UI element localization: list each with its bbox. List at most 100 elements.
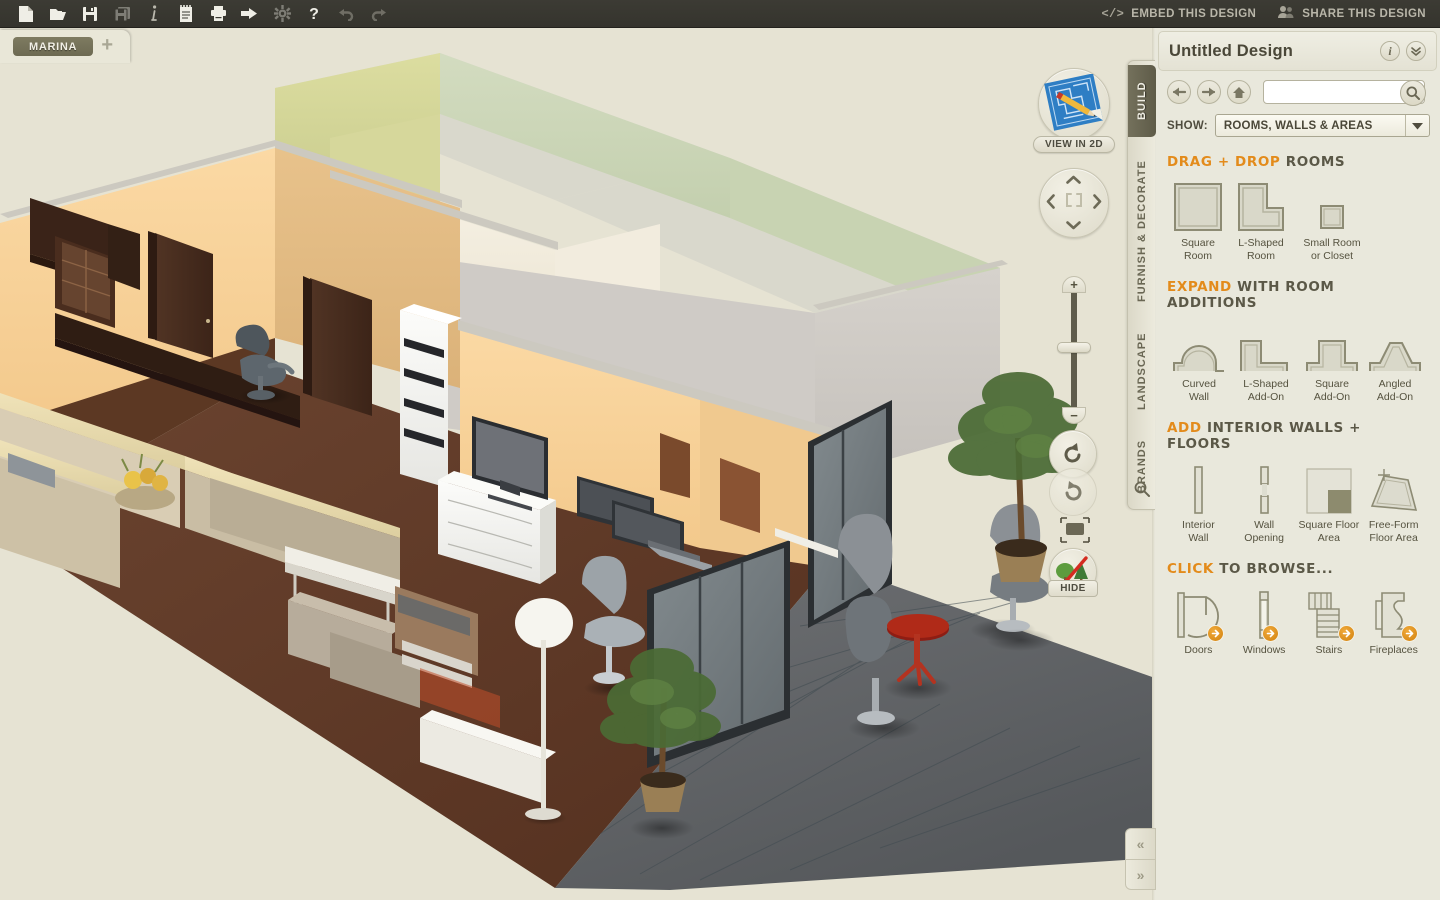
- item-free-form-floor-area[interactable]: Free-Form Floor Area: [1359, 460, 1428, 544]
- section-click-to-browse: CLICK TO BROWSE... Doors Windows Stairs …: [1155, 561, 1440, 657]
- item-l-shaped-add-on[interactable]: L-Shaped Add-On: [1231, 319, 1301, 403]
- l-shaped-room-icon: [1237, 180, 1285, 232]
- show-filter-select[interactable]: ROOMS, WALLS & AREAS: [1214, 114, 1430, 137]
- item-small-room-or-closet[interactable]: Small Room or Closet: [1293, 178, 1371, 262]
- angled-add-on-icon: [1368, 321, 1422, 373]
- pan-down-button[interactable]: [1066, 218, 1082, 233]
- design-info-button[interactable]: i: [1380, 41, 1400, 61]
- room-additions-items: Curved Wall L-Shaped Add-On Square Add-O…: [1167, 319, 1428, 403]
- export-icon[interactable]: [234, 1, 266, 27]
- recenter-view-button[interactable]: [1065, 193, 1082, 212]
- section-title-highlight: EXPAND: [1167, 279, 1232, 295]
- panel-search-icon[interactable]: [1128, 475, 1156, 503]
- item-fireplaces[interactable]: Fireplaces: [1359, 585, 1428, 657]
- item-windows[interactable]: Windows: [1230, 585, 1299, 657]
- window-icon: [1253, 587, 1280, 642]
- save-icon[interactable]: [74, 1, 106, 27]
- mode-tab-strip: BUILD FURNISH & DECORATE LANDSCAPE BRAND…: [1127, 60, 1156, 510]
- settings-gear-icon[interactable]: [266, 1, 298, 27]
- item-label: Small Room or Closet: [1303, 237, 1361, 262]
- print-icon[interactable]: [202, 1, 234, 27]
- section-title-interior-walls-floors: ADD INTERIOR WALLS + FLOORS: [1167, 420, 1428, 452]
- item-label: Interior Wall: [1182, 519, 1215, 544]
- pan-up-button[interactable]: [1066, 173, 1082, 188]
- zoom-out-button[interactable]: −: [1062, 407, 1086, 424]
- zoom-slider-thumb[interactable]: [1057, 342, 1091, 353]
- item-square-room[interactable]: Square Room: [1167, 178, 1229, 262]
- people-icon: [1278, 5, 1295, 22]
- item-interior-wall[interactable]: Interior Wall: [1167, 460, 1230, 544]
- collapse-right-button[interactable]: »: [1125, 859, 1156, 890]
- vertical-tab-landscape[interactable]: LANDSCAPE: [1128, 319, 1156, 423]
- view-in-2d-button[interactable]: [1038, 68, 1110, 140]
- panel-header-actions: i: [1380, 41, 1426, 61]
- item-label: Square Add-On: [1313, 378, 1351, 403]
- panel-header: Untitled Design i: [1158, 31, 1437, 71]
- share-design-label: SHARE THIS DESIGN: [1302, 7, 1426, 20]
- hide-label[interactable]: HIDE: [1048, 580, 1098, 597]
- nav-home-button[interactable]: [1227, 80, 1251, 104]
- share-design-button[interactable]: SHARE THIS DESIGN: [1278, 5, 1426, 22]
- square-add-on-icon: [1305, 321, 1359, 373]
- panel-collapse-button[interactable]: [1406, 41, 1426, 61]
- chevron-down-icon[interactable]: [1405, 115, 1429, 136]
- undo-icon[interactable]: [330, 1, 362, 27]
- item-label: Angled Add-On: [1376, 378, 1414, 403]
- pan-left-button[interactable]: [1046, 194, 1056, 212]
- item-square-floor-area[interactable]: Square Floor Area: [1298, 460, 1359, 544]
- save-as-icon[interactable]: [106, 1, 138, 27]
- item-label: L-Shaped Add-On: [1243, 378, 1289, 403]
- item-curved-wall[interactable]: Curved Wall: [1167, 319, 1231, 403]
- item-label: L-Shaped Room: [1238, 237, 1284, 262]
- new-document-icon[interactable]: [10, 1, 42, 27]
- zoom-in-button[interactable]: +: [1062, 276, 1086, 293]
- open-folder-icon[interactable]: [42, 1, 74, 27]
- screenshot-icon[interactable]: [1059, 516, 1091, 544]
- search-input[interactable]: [1264, 82, 1396, 102]
- design-canvas-3d[interactable]: VIEW IN 2D + − HIDE: [0, 28, 1155, 900]
- pan-right-button[interactable]: [1092, 194, 1102, 212]
- item-l-shaped-room[interactable]: L-Shaped Room: [1229, 178, 1293, 262]
- view-in-2d-label[interactable]: VIEW IN 2D: [1033, 136, 1115, 153]
- document-tab-marina[interactable]: MARINA: [13, 37, 94, 56]
- vertical-tab-furnish-decorate[interactable]: FURNISH & DECORATE: [1128, 147, 1156, 315]
- vertical-tab-build[interactable]: BUILD: [1128, 65, 1156, 137]
- nav-forward-button[interactable]: [1197, 80, 1221, 104]
- embed-design-button[interactable]: </> EMBED THIS DESIGN: [1101, 7, 1256, 21]
- zoom-slider[interactable]: + −: [1057, 276, 1091, 424]
- item-wall-opening[interactable]: Wall Opening: [1230, 460, 1299, 544]
- interior-wall-icon: [1190, 462, 1206, 514]
- curved-wall-icon: [1172, 321, 1226, 373]
- stairs-icon: [1307, 587, 1355, 642]
- info-glyph: i: [1388, 43, 1392, 58]
- item-angled-add-on[interactable]: Angled Add-On: [1363, 319, 1427, 403]
- item-label: Square Room: [1181, 237, 1215, 262]
- panel-search-field[interactable]: [1263, 80, 1426, 106]
- svg-text:?: ?: [309, 6, 319, 22]
- section-title-rest: ROOMS: [1285, 154, 1346, 170]
- add-document-tab-button[interactable]: +: [98, 35, 116, 56]
- nav-back-button[interactable]: [1167, 80, 1191, 104]
- item-doors[interactable]: Doors: [1167, 585, 1230, 657]
- browse-badge-icon: [1262, 625, 1280, 642]
- item-label: Windows: [1242, 644, 1286, 656]
- item-label: Stairs: [1315, 644, 1343, 656]
- rotate-clockwise-button[interactable]: [1049, 468, 1097, 516]
- pan-dpad: [1039, 168, 1109, 238]
- redo-icon[interactable]: [362, 1, 394, 27]
- help-icon[interactable]: ?: [298, 1, 330, 27]
- show-filter-row: SHOW: ROOMS, WALLS & AREAS: [1155, 104, 1440, 137]
- document-tab-shelf: MARINA +: [0, 30, 130, 63]
- wall-opening-icon: [1256, 462, 1272, 514]
- panel-collapse-controls: « »: [1125, 828, 1156, 892]
- search-submit-icon[interactable]: [1400, 80, 1426, 106]
- item-square-add-on[interactable]: Square Add-On: [1301, 319, 1363, 403]
- section-title-highlight: CLICK: [1167, 561, 1214, 577]
- collapse-left-button[interactable]: «: [1125, 828, 1156, 859]
- section-interior-walls-floors: ADD INTERIOR WALLS + FLOORS Interior Wal…: [1155, 420, 1440, 544]
- section-drag-drop-rooms: DRAG + DROP ROOMS Square Room L-Shaped R…: [1155, 154, 1440, 262]
- info-icon[interactable]: [138, 1, 170, 27]
- notes-icon[interactable]: [170, 1, 202, 27]
- item-label: Square Floor Area: [1298, 519, 1360, 544]
- item-stairs[interactable]: Stairs: [1298, 585, 1359, 657]
